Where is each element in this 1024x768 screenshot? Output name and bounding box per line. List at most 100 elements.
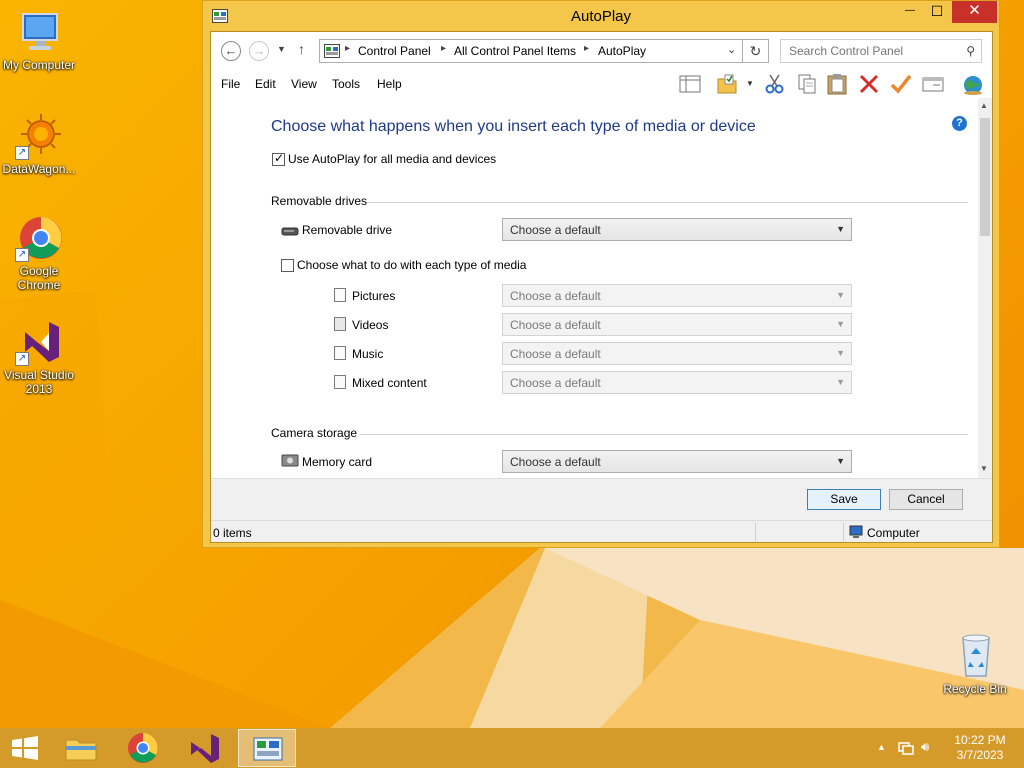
desktop-icon-label: Recycle Bin [943, 682, 1007, 696]
breadcrumb-control-panel[interactable]: Control Panel [358, 44, 431, 58]
close-button[interactable]: ✕ [952, 1, 997, 23]
refresh-button[interactable]: ↻ [743, 39, 769, 63]
desktop-icon-datawagon[interactable]: ↗ DataWagon... [0, 112, 78, 176]
status-divider [755, 523, 756, 541]
per-media-checkbox[interactable] [281, 259, 294, 272]
paste-icon[interactable] [825, 73, 849, 95]
use-autoplay-checkbox[interactable] [272, 151, 285, 166]
chevron-down-icon: ▼ [836, 348, 845, 358]
videos-file-icon [334, 317, 346, 331]
cancel-button[interactable]: Cancel [889, 489, 963, 510]
show-hidden-icons-chevron-icon[interactable]: ▲ [877, 742, 886, 752]
desktop-icon-chrome[interactable]: ↗ Google Chrome [0, 214, 78, 292]
clock-time: 10:22 PM [954, 733, 1006, 747]
visual-studio-icon [191, 734, 219, 763]
taskbar-chrome[interactable] [114, 729, 172, 767]
search-input[interactable] [781, 40, 957, 62]
recent-locations-dropdown[interactable]: ▼ [277, 44, 286, 54]
copy-icon[interactable] [795, 73, 819, 95]
menu-help[interactable]: Help [377, 77, 402, 91]
minimize-button[interactable]: — [896, 1, 924, 23]
control-panel-icon [253, 737, 283, 761]
shortcut-arrow-icon: ↗ [15, 248, 29, 262]
windows-start-icon[interactable] [11, 736, 39, 760]
scrollbar-thumb[interactable] [980, 118, 990, 236]
chevron-down-icon: ▼ [836, 456, 845, 466]
menu-bar: File Edit View Tools Help ▼ [211, 70, 992, 98]
address-bar[interactable]: ▸ Control Panel ▸ All Control Panel Item… [319, 39, 743, 63]
pictures-dropdown[interactable]: Choose a default ▼ [502, 284, 852, 307]
cut-icon[interactable] [763, 73, 787, 95]
properties-icon[interactable] [921, 73, 945, 95]
scroll-down-icon[interactable]: ▼ [980, 464, 988, 473]
menu-view[interactable]: View [291, 77, 317, 91]
forward-arrow-icon: → [252, 43, 266, 58]
memory-card-dropdown[interactable]: Choose a default ▼ [502, 450, 852, 473]
window-client: ← → ▼ ↑ ▸ Control Panel ▸ All Control Pa… [210, 31, 993, 543]
section-divider [359, 434, 968, 435]
desktop-icon-recycle-bin[interactable]: Recycle Bin [936, 632, 1014, 696]
scroll-up-icon[interactable]: ▲ [980, 101, 988, 110]
desktop-icon-label: My Computer [2, 58, 76, 72]
music-dropdown[interactable]: Choose a default ▼ [502, 342, 852, 365]
videos-value: Choose a default [510, 318, 601, 332]
breadcrumb-separator-icon: ▸ [345, 43, 351, 54]
menu-edit[interactable]: Edit [255, 77, 276, 91]
folder-options-icon[interactable] [715, 73, 739, 95]
forward-button[interactable]: → [249, 41, 269, 61]
window-title: AutoPlay [570, 8, 632, 25]
pictures-label: Pictures [352, 289, 396, 303]
desktop-icon-label: DataWagon... [2, 162, 76, 176]
help-icon[interactable]: ? [952, 116, 967, 131]
search-box[interactable]: ⚲ [780, 39, 982, 63]
menu-tools[interactable]: Tools [332, 77, 360, 91]
chevron-down-icon: ▼ [836, 224, 845, 234]
refresh-icon: ↻ [749, 43, 762, 59]
address-history-chevron-icon[interactable]: ⌄ [727, 43, 736, 56]
per-media-label[interactable]: Choose what to do with each type of medi… [297, 258, 526, 272]
menu-file[interactable]: File [221, 77, 240, 91]
volume-icon[interactable]: 🔊︎ [921, 739, 929, 755]
videos-dropdown[interactable]: Choose a default ▼ [502, 313, 852, 336]
delete-icon[interactable] [857, 73, 881, 95]
check-icon[interactable] [889, 73, 913, 95]
control-panel-icon [324, 44, 340, 58]
computer-icon [22, 13, 58, 50]
globe-icon[interactable] [961, 73, 985, 95]
breadcrumb-all-items[interactable]: All Control Panel Items [454, 44, 576, 58]
desktop-icon-my-computer[interactable]: My Computer [0, 8, 78, 72]
mixed-content-dropdown[interactable]: Choose a default ▼ [502, 371, 852, 394]
music-label: Music [352, 347, 384, 361]
computer-icon [849, 525, 863, 538]
taskbar-file-explorer[interactable] [52, 729, 110, 767]
desktop-icon-visual-studio[interactable]: ↗ Visual Studio 2013 [0, 318, 78, 396]
clock[interactable]: 10:22 PM 3/7/2023 [948, 733, 1012, 763]
status-divider [843, 523, 844, 541]
removable-drive-dropdown[interactable]: Choose a default ▼ [502, 218, 852, 241]
item-count: 0 items [213, 526, 252, 540]
chevron-down-icon: ▼ [277, 44, 286, 54]
clock-date: 3/7/2023 [956, 748, 1004, 762]
search-icon[interactable]: ⚲ [966, 44, 975, 58]
back-button[interactable]: ← [221, 41, 241, 61]
back-arrow-icon: ← [224, 43, 238, 58]
maximize-button[interactable]: ☐ [923, 1, 951, 23]
taskbar-control-panel[interactable] [238, 729, 296, 767]
music-value: Choose a default [510, 347, 601, 361]
breadcrumb-separator-icon: ▸ [584, 43, 590, 54]
folder-options-dropdown-icon[interactable]: ▼ [746, 79, 754, 88]
vertical-scrollbar[interactable]: ▲ ▼ [978, 98, 992, 478]
save-button[interactable]: Save [807, 489, 881, 510]
layout-icon[interactable] [678, 73, 702, 95]
title-bar[interactable]: AutoPlay — ☐ ✕ [203, 1, 999, 31]
up-button[interactable]: ↑ [298, 41, 305, 57]
autoplay-settings-panel: Choose what happens when you insert each… [211, 98, 992, 478]
mixed-content-label: Mixed content [352, 376, 427, 390]
network-icon[interactable] [898, 741, 914, 755]
pictures-value: Choose a default [510, 289, 601, 303]
breadcrumb-autoplay[interactable]: AutoPlay [598, 44, 646, 58]
section-removable-drives: Removable drives [271, 194, 368, 208]
use-autoplay-label[interactable]: Use AutoPlay for all media and devices [288, 152, 496, 166]
memory-card-label: Memory card [302, 455, 373, 469]
taskbar-visual-studio[interactable] [176, 729, 234, 767]
